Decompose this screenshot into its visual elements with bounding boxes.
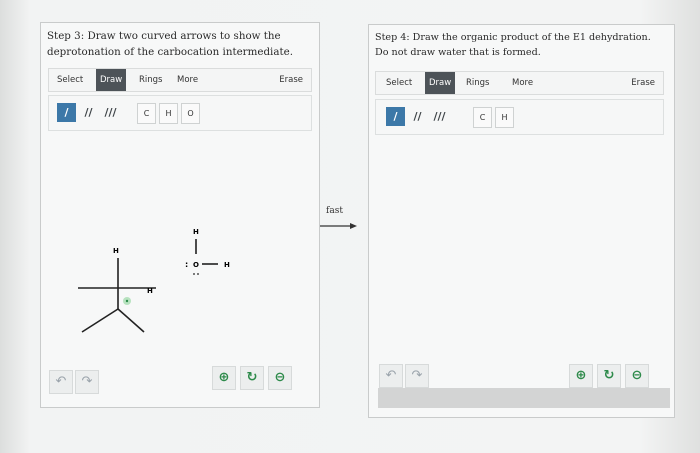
step3-tool-row: / // /// C H O [48,95,312,131]
more-tab[interactable]: More [508,72,537,94]
redo-icon[interactable]: ↷ [75,370,99,394]
zoom-in-icon[interactable]: ⊕ [569,364,593,388]
select-tab[interactable]: Select [382,72,416,94]
atom-h-button[interactable]: H [159,103,178,124]
step4-title-line2: Do not draw water that is formed. [375,47,541,58]
step4-drawing-canvas[interactable] [375,135,664,371]
step4-toolbar: Select Draw Rings More Erase [375,71,664,95]
step3-panel: Step 3: Draw two curved arrows to show t… [40,22,320,408]
step4-title-line1: Step 4: Draw the organic product of the … [375,32,651,43]
triple-bond-button[interactable]: /// [101,103,120,122]
atom-h-button[interactable]: H [495,107,514,128]
triple-bond-button[interactable]: /// [430,107,449,126]
bond-left-down [81,308,119,333]
zoom-in-icon[interactable]: ⊕ [212,366,236,390]
rings-tab[interactable]: Rings [462,72,493,94]
single-bond-button[interactable]: / [386,107,405,126]
reaction-arrow: fast [320,206,364,236]
double-bond-button[interactable]: // [79,103,98,122]
step4-tool-row: / // /// C H [375,99,664,135]
step3-drawing-canvas[interactable]: H H H : O H [48,133,312,369]
rings-tab[interactable]: Rings [135,69,166,91]
atom-o-button[interactable]: O [181,103,200,124]
lone-pair-left: : [185,260,188,269]
undo-icon[interactable]: ↶ [379,364,403,388]
single-bond-button[interactable]: / [57,103,76,122]
oxygen-label: O [193,261,199,269]
atom-c-button[interactable]: C [473,107,492,128]
draw-tab[interactable]: Draw [96,69,127,91]
undo-icon[interactable]: ↶ [49,370,73,394]
reset-icon[interactable]: ↻ [597,364,621,388]
step3-title-line1: Step 3: Draw two curved arrows to show t… [47,30,281,42]
h-right-label: H [147,287,153,295]
more-tab[interactable]: More [173,69,202,91]
step3-toolbar: Select Draw Rings More Erase [48,68,312,92]
select-tab[interactable]: Select [53,69,87,91]
molecule-drawing: H H H : O H [78,228,230,333]
water-h-top-label: H [193,228,199,236]
atom-c-button[interactable]: C [137,103,156,124]
step3-title-line2: deprotonation of the carbocation interme… [47,46,293,58]
draw-tab[interactable]: Draw [425,72,456,94]
page: Step 3: Draw two curved arrows to show t… [0,0,700,453]
reset-icon[interactable]: ↻ [240,366,264,390]
erase-button[interactable]: Erase [275,69,307,91]
step4-title: Step 4: Draw the organic product of the … [375,30,651,60]
zoom-out-icon[interactable]: ⊖ [268,366,292,390]
bond-right-down [117,308,145,333]
water-h-right-label: H [224,261,230,269]
zoom-out-icon[interactable]: ⊖ [625,364,649,388]
redo-icon[interactable]: ↷ [405,364,429,388]
step4-panel: Step 4: Draw the organic product of the … [368,24,675,418]
erase-button[interactable]: Erase [627,72,659,94]
h-top-label: H [113,247,119,255]
step4-footer-bar [378,388,670,408]
double-bond-button[interactable]: // [408,107,427,126]
step3-title: Step 3: Draw two curved arrows to show t… [47,28,293,60]
